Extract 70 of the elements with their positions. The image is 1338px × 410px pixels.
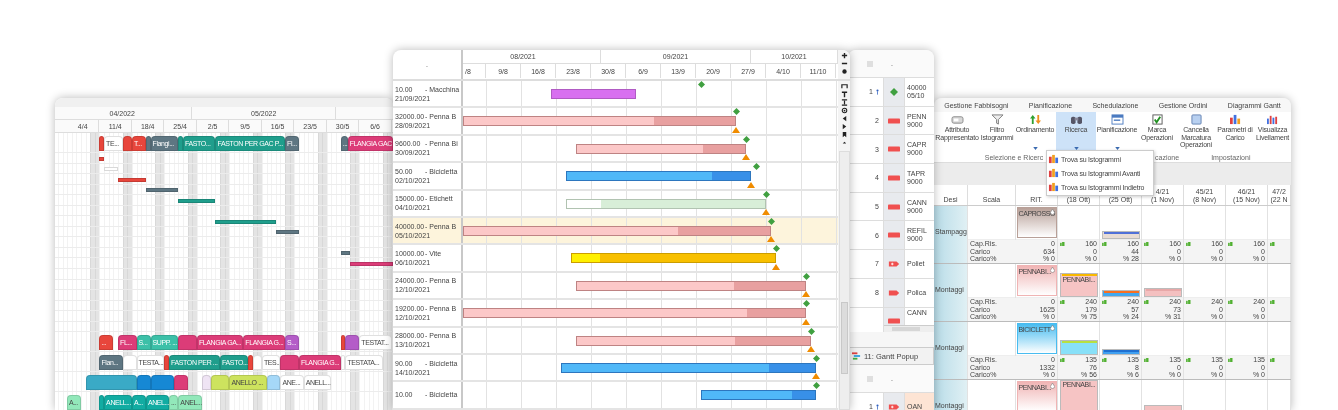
- bar-icon: [888, 173, 900, 182]
- task-bar[interactable]: [122, 355, 137, 371]
- order-bar[interactable]: [576, 280, 806, 291]
- task-bar[interactable]: [178, 198, 216, 203]
- bar-icon: [888, 145, 900, 154]
- task-bar[interactable]: [164, 355, 170, 371]
- histogram-bar[interactable]: [1101, 290, 1140, 297]
- order-bar[interactable]: [566, 171, 751, 182]
- task-bar[interactable]: [99, 136, 105, 151]
- chart-icon: [1048, 168, 1059, 178]
- order-bar[interactable]: [561, 362, 816, 373]
- task-bar[interactable]: [345, 335, 360, 351]
- task-bar[interactable]: [178, 335, 197, 351]
- bar-icon: [888, 317, 900, 326]
- order-bar[interactable]: [576, 143, 746, 154]
- drop-icon: [1049, 267, 1055, 273]
- due-date-diamond[interactable]: [697, 81, 705, 88]
- task-bar[interactable]: [122, 136, 132, 151]
- task-bar[interactable]: [99, 395, 105, 410]
- dot-icon[interactable]: [840, 68, 848, 75]
- t-icon[interactable]: [840, 91, 848, 98]
- tag-icon: [888, 259, 900, 268]
- order-bar[interactable]: [463, 308, 806, 319]
- square-icon: [1189, 114, 1203, 125]
- task-bar[interactable]: [145, 188, 179, 193]
- order-bar[interactable]: [463, 116, 736, 127]
- task-bar[interactable]: [275, 230, 299, 235]
- align-icon[interactable]: [840, 99, 848, 106]
- sort-arrows-icon: [1028, 114, 1042, 125]
- task-bar[interactable]: [145, 136, 151, 151]
- grid-icon: [867, 375, 873, 382]
- diamond-icon: [888, 87, 900, 96]
- order-bar[interactable]: [571, 253, 776, 264]
- scrollbar[interactable]: [838, 151, 850, 410]
- binoculars-icon: [1069, 114, 1083, 125]
- bar-icon: [888, 202, 900, 211]
- drop-icon: [1049, 325, 1055, 331]
- plus-icon[interactable]: [840, 52, 848, 59]
- task-bar[interactable]: [85, 375, 137, 391]
- scrollbar[interactable]: [884, 325, 934, 332]
- bar-chart-icon: [1266, 114, 1279, 125]
- task-bar[interactable]: [280, 355, 299, 371]
- drop-icon: [1049, 383, 1055, 389]
- bracket-icon[interactable]: [840, 83, 848, 90]
- bar-icon: [888, 116, 900, 125]
- histogram-bar[interactable]: [1101, 231, 1140, 239]
- chart-icon: [1048, 182, 1059, 192]
- task-bar[interactable]: [252, 355, 262, 371]
- minus-icon[interactable]: [840, 60, 848, 67]
- task-bar[interactable]: [215, 219, 276, 224]
- grid-icon: [867, 60, 873, 67]
- task-bar[interactable]: [247, 355, 253, 371]
- bar-chart-icon: [1228, 114, 1242, 125]
- task-bar[interactable]: [136, 375, 151, 391]
- task-bar[interactable]: [118, 177, 146, 182]
- task-bar[interactable]: [99, 156, 105, 161]
- order-bar[interactable]: [463, 225, 771, 236]
- order-bar[interactable]: [701, 390, 816, 401]
- funnel-icon: [990, 114, 1004, 125]
- task-bar[interactable]: [150, 375, 174, 391]
- chart-icon: [1048, 154, 1059, 164]
- bar-icon: [888, 231, 900, 240]
- histogram-bar[interactable]: [1101, 349, 1140, 355]
- drop-icon: [1049, 209, 1055, 215]
- tag-icon: [888, 402, 900, 410]
- task-bar[interactable]: [340, 251, 350, 256]
- tag-icon: [888, 288, 900, 297]
- order-bar[interactable]: [576, 335, 811, 346]
- task-bar[interactable]: [173, 375, 188, 391]
- gantt-icon: [852, 352, 861, 360]
